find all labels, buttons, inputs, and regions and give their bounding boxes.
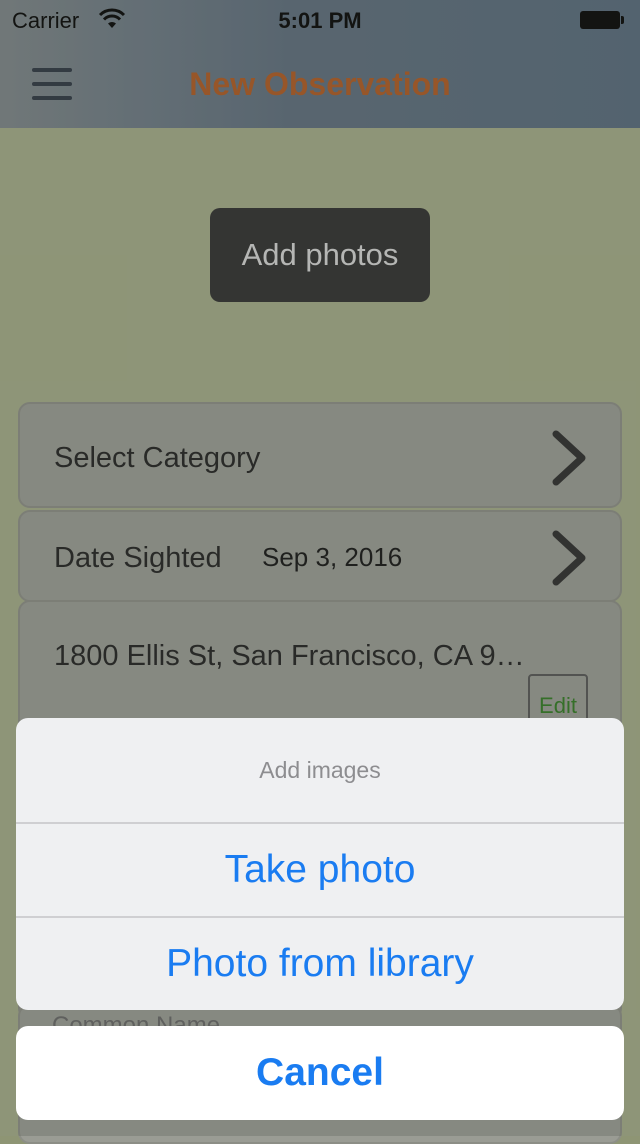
- action-sheet-title: Add images: [259, 756, 381, 783]
- take-photo-button[interactable]: Take photo: [16, 824, 624, 916]
- cancel-button[interactable]: Cancel: [16, 1026, 624, 1120]
- app-screen: Carrier 5:01 PM New Observation Add phot…: [0, 0, 640, 1144]
- action-sheet: Add images Take photo Photo from library: [16, 718, 624, 1010]
- photo-from-library-button[interactable]: Photo from library: [16, 918, 624, 1010]
